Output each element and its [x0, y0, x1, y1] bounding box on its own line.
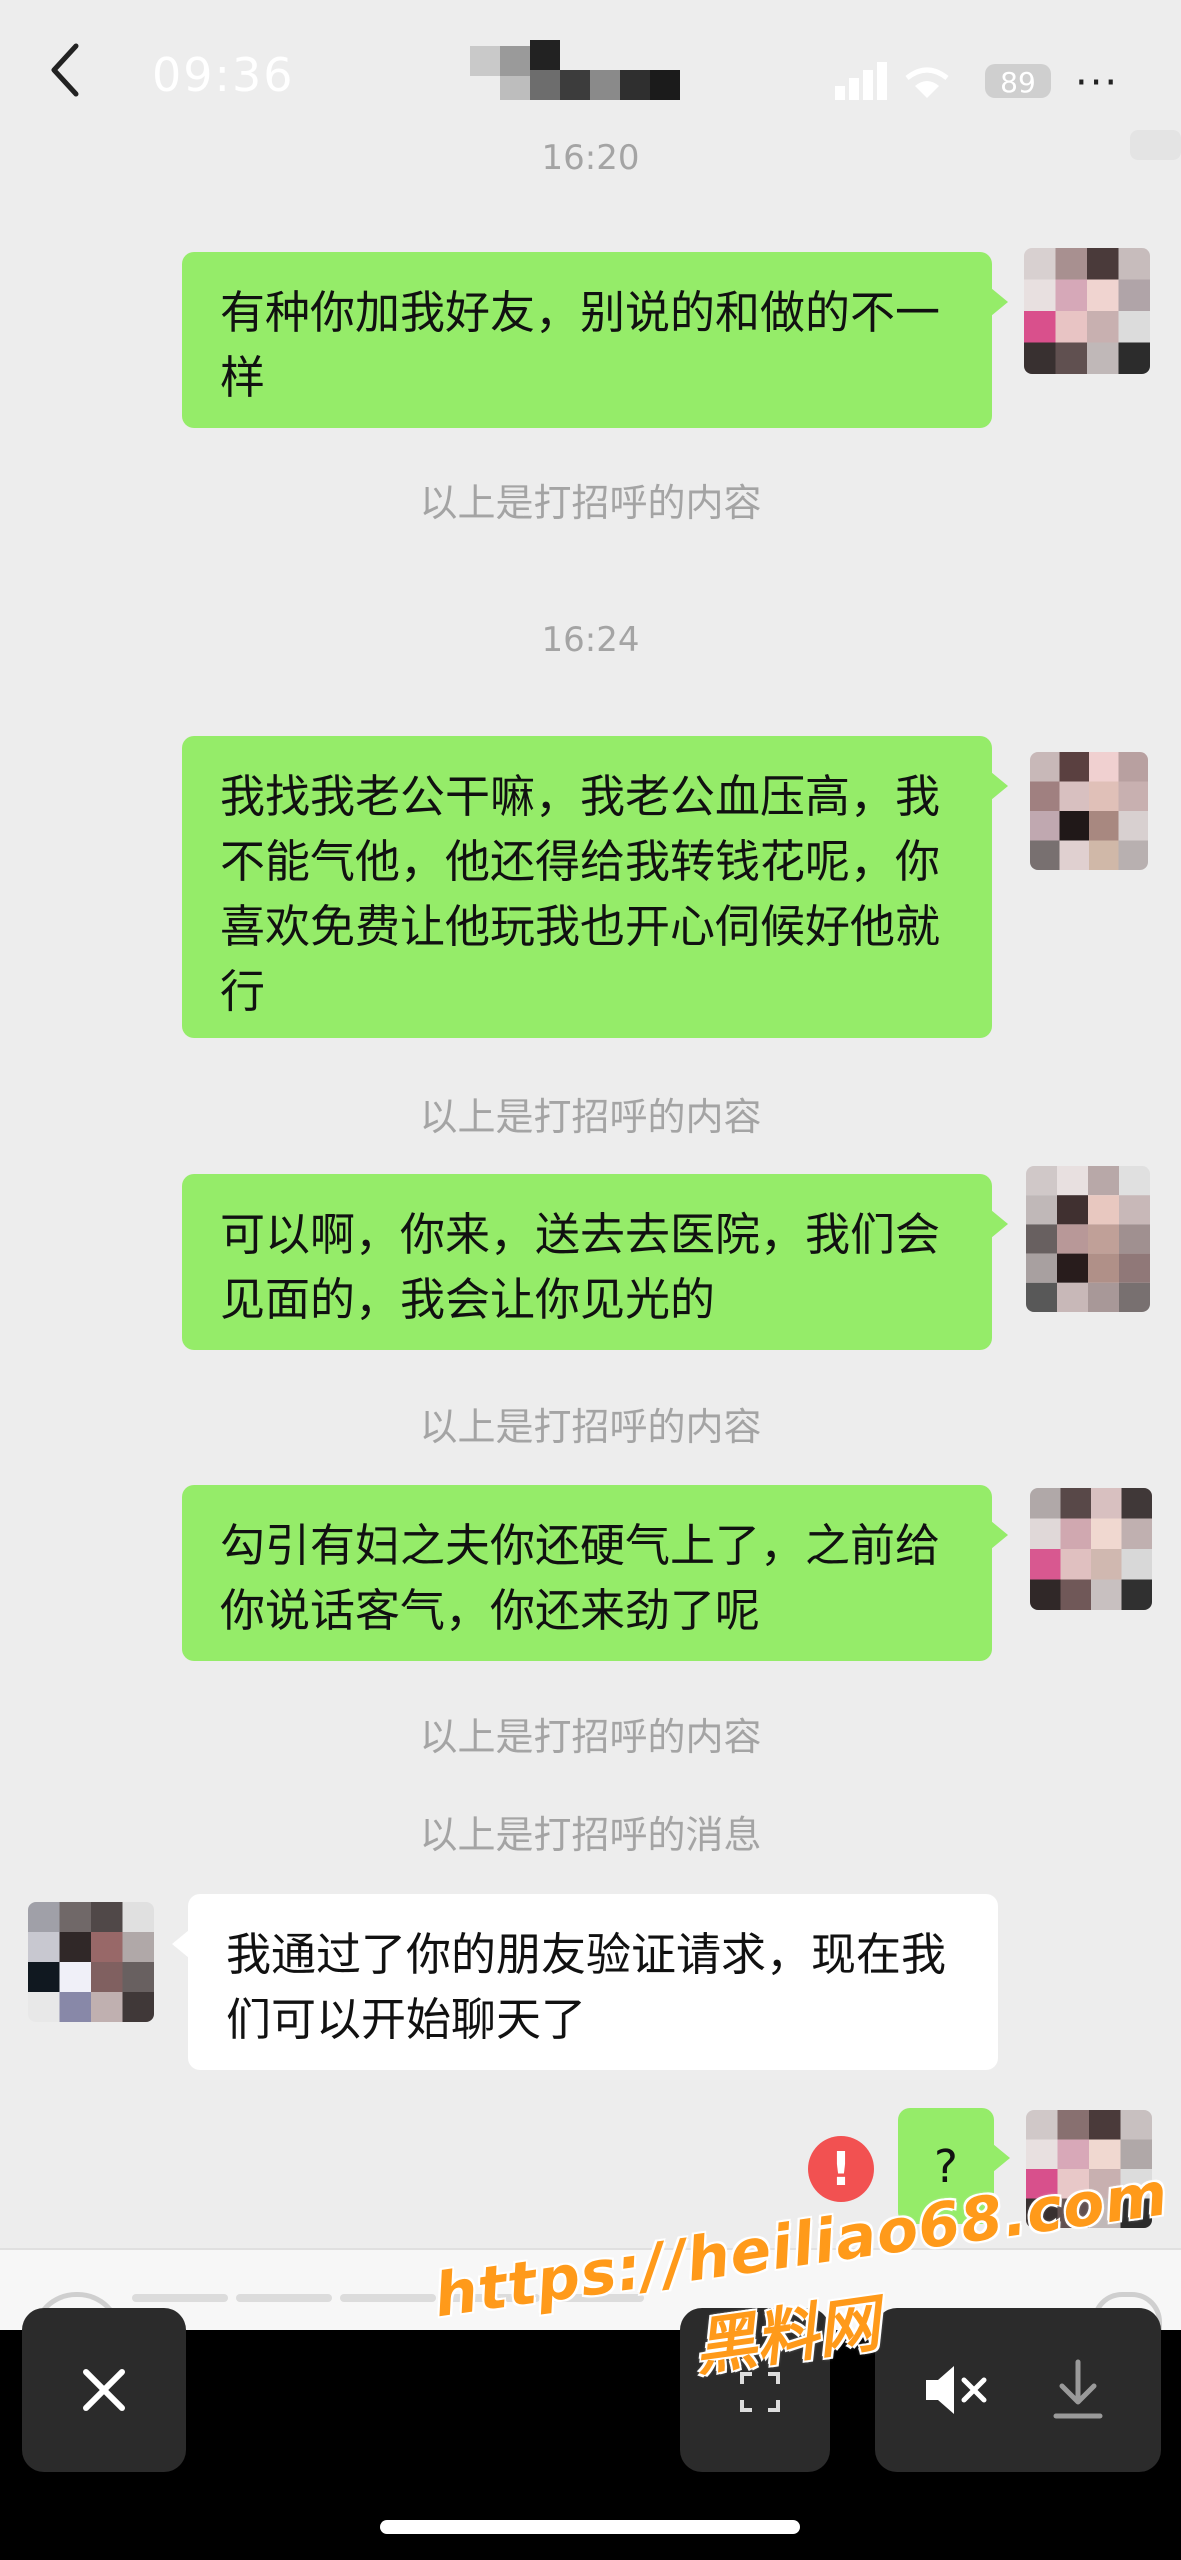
outgoing-message[interactable]: 可以啊，你来，送去去医院，我们会见面的，我会让你见光的 [182, 1174, 1008, 1350]
outgoing-message[interactable]: 勾引有妇之夫你还硬气上了，之前给你说话客气，你还来劲了呢 [182, 1485, 1008, 1661]
download-icon[interactable] [1050, 2358, 1106, 2422]
system-message: 以上是打招呼的消息 [419, 1813, 762, 1857]
timestamp: 16:24 [541, 620, 640, 660]
my-avatar[interactable] [1030, 752, 1148, 870]
chat-header: 09:36 89 ··· [0, 0, 1181, 150]
system-message: 以上是打招呼的内容 [419, 1405, 762, 1449]
more-icon[interactable]: ··· [1075, 60, 1119, 106]
progress-segment [132, 2294, 228, 2302]
outgoing-message[interactable]: 有种你加我好友，别说的和做的不一样 [182, 252, 1008, 428]
contact-name-mosaic [470, 40, 680, 100]
outgoing-message[interactable]: 我找我老公干嘛，我老公血压高，我不能气他，他还得给我转钱花呢，你喜欢免费让他玩我… [182, 736, 1008, 1038]
home-indicator [380, 2520, 800, 2534]
incoming-message[interactable]: 我通过了你的朋友验证请求，现在我们可以开始聊天了 [172, 1894, 998, 2070]
status-time: 09:36 [152, 48, 295, 102]
contact-avatar[interactable] [28, 1902, 154, 2022]
system-message: 以上是打招呼的内容 [419, 1715, 762, 1759]
my-avatar[interactable] [1024, 248, 1150, 374]
send-failed-icon[interactable]: ! [808, 2136, 874, 2202]
back-icon[interactable] [46, 40, 86, 100]
progress-segment [340, 2294, 436, 2302]
status-icons: 89 [835, 62, 1051, 100]
battery-level: 89 [1000, 66, 1036, 99]
system-message: 以上是打招呼的内容 [419, 1095, 762, 1139]
system-message: 以上是打招呼的内容 [419, 481, 762, 525]
progress-segment [236, 2294, 332, 2302]
close-button[interactable] [22, 2308, 186, 2472]
my-avatar[interactable] [1026, 1166, 1150, 1312]
my-avatar[interactable] [1030, 1488, 1152, 1610]
timestamp: 16:20 [541, 138, 640, 178]
close-icon [83, 2369, 125, 2411]
